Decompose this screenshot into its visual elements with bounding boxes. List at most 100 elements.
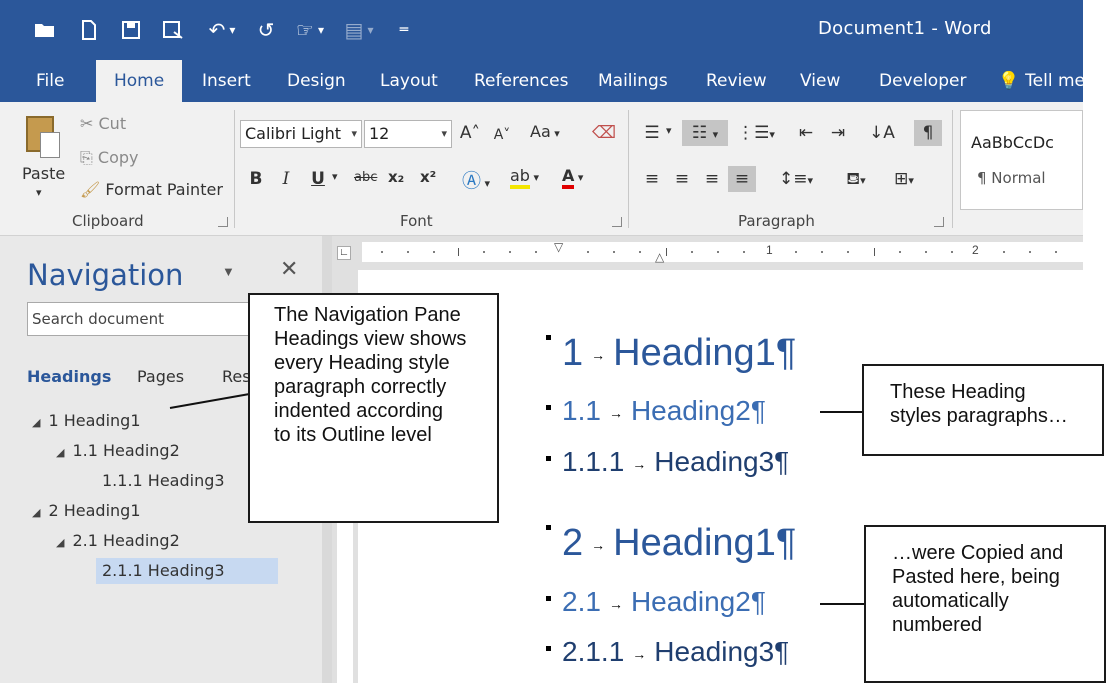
tab-file[interactable]: File — [36, 68, 64, 102]
nav-heading-1-1-1[interactable]: 1.1.1 Heading3 — [102, 468, 225, 494]
group-divider — [234, 110, 235, 228]
superscript-button[interactable]: x² — [420, 168, 436, 186]
hanging-indent-marker[interactable]: △ — [655, 250, 664, 264]
doc-heading-1-1[interactable]: 1.1 → Heading2¶ — [546, 395, 766, 427]
nav-heading-1-1[interactable]: ◢ 1.1 Heading2 — [56, 438, 180, 464]
callout-connector — [820, 603, 864, 605]
doc-heading-2-1[interactable]: 2.1 → Heading2¶ — [546, 586, 766, 618]
tab-layout[interactable]: Layout — [380, 68, 438, 102]
line-spacing-icon[interactable]: ↕≡▾ — [776, 166, 816, 192]
open-icon[interactable] — [30, 14, 60, 46]
doc-heading-1[interactable]: 1 → Heading1¶ — [546, 332, 796, 375]
shading-icon[interactable]: ⛾▾ — [836, 166, 876, 192]
underline-button[interactable]: U — [304, 166, 332, 192]
numbering-icon[interactable]: ☷ ▾ — [682, 120, 728, 146]
font-launcher-icon[interactable] — [612, 217, 622, 227]
new-icon[interactable] — [76, 14, 102, 46]
clipboard-launcher-icon[interactable] — [218, 217, 228, 227]
copy-button[interactable]: ⎘ Copy — [80, 148, 138, 168]
first-line-indent-marker[interactable]: ▽ — [554, 240, 563, 254]
styles-gallery[interactable]: AaBbCcDc ¶ Normal — [960, 110, 1083, 210]
cut-button[interactable]: ✂ Cut — [80, 114, 126, 133]
save-icon[interactable] — [118, 14, 144, 46]
doc-heading-2[interactable]: 2 → Heading1¶ — [546, 522, 796, 565]
tab-mailings[interactable]: Mailings — [598, 68, 668, 102]
tell-me-label: Tell me — [1025, 71, 1085, 91]
underline-dropdown-icon[interactable]: ▾ — [332, 170, 338, 183]
tab-review[interactable]: Review — [706, 68, 767, 102]
highlight-icon[interactable]: ab ▾ — [510, 166, 539, 189]
tab-references[interactable]: References — [474, 68, 568, 102]
tab-selector-icon[interactable]: ∟ — [337, 246, 351, 260]
paste-button[interactable]: Paste ▾ — [18, 110, 68, 210]
align-left-icon[interactable]: ≡ — [638, 166, 666, 192]
save-as-icon[interactable] — [160, 14, 186, 46]
doc-heading-2-1-1[interactable]: 2.1.1 → Heading3¶ — [546, 636, 789, 668]
borders-icon[interactable]: ⊞▾ — [884, 166, 924, 192]
italic-button[interactable]: I — [272, 166, 300, 192]
scissors-icon: ✂ — [80, 114, 99, 133]
tab-arrow-icon: → — [632, 645, 647, 662]
customize-qat-icon[interactable]: ═ — [394, 14, 414, 46]
center-icon[interactable]: ≡ — [668, 166, 696, 192]
strikethrough-button[interactable]: abc — [354, 170, 377, 185]
doc-heading-1-1-1[interactable]: 1.1.1 → Heading3¶ — [546, 446, 789, 478]
nav-heading-2[interactable]: ◢ 2 Heading1 — [32, 498, 141, 524]
paste-dropdown-icon: ▾ — [36, 186, 42, 199]
justify-icon[interactable]: ≡ — [728, 166, 756, 192]
collapse-icon[interactable]: ◢ — [32, 506, 40, 519]
callout-heading-styles: These Heading styles paragraphs… — [862, 364, 1104, 456]
grow-font-button[interactable]: A˄ — [456, 120, 484, 146]
insert-icon[interactable]: ▤ ▾ — [338, 14, 380, 46]
font-color-icon[interactable]: A ▾ — [562, 166, 583, 189]
callout-line: paragraph correctly — [274, 376, 447, 398]
text-effects-icon[interactable]: Ⓐ ▾ — [462, 166, 490, 193]
format-painter-button[interactable]: 🖌 Format Painter — [80, 180, 223, 199]
nav-heading-1[interactable]: ◢ 1 Heading1 — [32, 408, 141, 434]
chevron-down-icon[interactable]: ▾ — [666, 124, 672, 137]
close-icon[interactable]: ✕ — [280, 256, 298, 282]
nav-heading-2-1-1[interactable]: 2.1.1 Heading3 — [96, 558, 278, 584]
collapse-icon[interactable]: ◢ — [32, 416, 40, 429]
decrease-indent-icon[interactable]: ⇤ — [792, 120, 820, 146]
tab-pages[interactable]: Pages — [137, 367, 184, 386]
tell-me-box[interactable]: 💡 Tell me — [998, 68, 1085, 102]
tab-headings[interactable]: Headings — [27, 367, 111, 386]
font-size-select[interactable]: 12 ▾ — [364, 120, 452, 148]
pane-options-icon[interactable]: ▼ — [222, 264, 235, 279]
paper-icon — [40, 132, 60, 158]
collapse-icon[interactable]: ◢ — [56, 536, 64, 549]
change-case-button[interactable]: Aa ▾ — [530, 122, 560, 141]
tab-developer[interactable]: Developer — [879, 68, 966, 102]
tab-view[interactable]: View — [800, 68, 840, 102]
nav-heading-label: 2 Heading1 — [48, 501, 141, 520]
paragraph-launcher-icon[interactable] — [934, 217, 944, 227]
align-right-icon[interactable]: ≡ — [698, 166, 726, 192]
style-normal[interactable]: ¶ Normal — [977, 169, 1046, 187]
tab-home[interactable]: Home — [96, 60, 183, 102]
clear-formatting-icon[interactable]: ⌫ — [590, 120, 618, 146]
bullet-mark — [546, 596, 551, 601]
search-input[interactable]: Search document — [27, 302, 259, 336]
shrink-font-button[interactable]: A˅ — [488, 122, 516, 148]
bullets-icon[interactable]: ☰ — [638, 120, 666, 146]
font-name-value: Calibri Light — [245, 124, 342, 143]
bold-button[interactable]: B — [242, 166, 270, 192]
subscript-button[interactable]: x₂ — [388, 168, 404, 186]
callout-line: every Heading style — [274, 352, 450, 374]
sort-icon[interactable]: ↓A — [868, 120, 896, 146]
tab-results[interactable]: Res — [222, 367, 251, 386]
touch-mode-icon[interactable]: ☞ ▾ — [288, 14, 332, 46]
heading-number: 2.1.1 — [562, 636, 625, 667]
group-divider — [952, 110, 953, 228]
show-marks-icon[interactable]: ¶ — [914, 120, 942, 146]
tab-insert[interactable]: Insert — [202, 68, 251, 102]
collapse-icon[interactable]: ◢ — [56, 446, 64, 459]
increase-indent-icon[interactable]: ⇥ — [824, 120, 852, 146]
nav-heading-2-1[interactable]: ◢ 2.1 Heading2 — [56, 528, 180, 554]
undo-icon[interactable]: ↶ ▾ — [200, 14, 244, 46]
redo-icon[interactable]: ↺ — [252, 14, 280, 46]
font-name-select[interactable]: Calibri Light ▾ — [240, 120, 362, 148]
tab-design[interactable]: Design — [287, 68, 346, 102]
multilevel-list-icon[interactable]: ⋮☰▾ — [736, 120, 776, 146]
